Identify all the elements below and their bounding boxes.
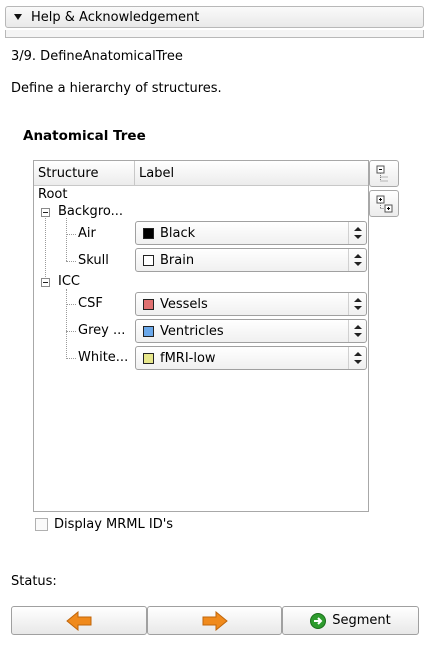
tree-connector: [66, 261, 76, 262]
collapse-triangle-icon: [14, 14, 22, 20]
spin-arrows-icon[interactable]: [348, 222, 366, 244]
anatomical-tree-title: Anatomical Tree: [23, 128, 146, 144]
display-mrml-ids-checkbox[interactable]: [35, 518, 48, 531]
color-swatch: [143, 352, 154, 364]
help-acknowledgement-collapsible[interactable]: Help & Acknowledgement: [5, 6, 424, 28]
tree-node-air[interactable]: Air: [78, 226, 96, 241]
label-select-air[interactable]: Black: [135, 221, 367, 245]
color-swatch: [143, 254, 154, 266]
label-select-value: Vessels: [160, 296, 208, 312]
step-title: 3/9. DefineAnatomicalTree: [11, 49, 183, 64]
label-select-csf[interactable]: Vessels: [135, 292, 367, 316]
back-button[interactable]: [11, 606, 147, 635]
tree-node-skull[interactable]: Skull: [78, 253, 109, 268]
label-select-grey[interactable]: Ventricles: [135, 319, 367, 343]
tree-node-root[interactable]: Root: [38, 187, 67, 202]
structure-column-header[interactable]: Structure: [34, 161, 135, 185]
tree-header: Structure Label: [34, 161, 368, 186]
tree-node-white[interactable]: White...: [78, 350, 128, 365]
color-swatch: [143, 227, 154, 239]
collapsible-title: Help & Acknowledgement: [31, 9, 200, 25]
tree-connector: [66, 218, 67, 261]
label-select-skull[interactable]: Brain: [135, 248, 367, 272]
tree-connector: [66, 304, 76, 305]
expand-all-icon: [376, 195, 393, 213]
tree-node-csf[interactable]: CSF: [78, 296, 103, 311]
label-select-white[interactable]: fMRI-low: [135, 346, 367, 370]
segment-button-label: Segment: [332, 613, 391, 628]
label-select-value: Black: [160, 225, 196, 241]
display-mrml-ids-label: Display MRML ID's: [54, 517, 174, 532]
step-description: Define a hierarchy of structures.: [11, 81, 222, 96]
tree-connector: [66, 331, 76, 332]
tree-node-background[interactable]: Backgro...: [58, 204, 123, 219]
spin-arrows-icon[interactable]: [348, 249, 366, 271]
segment-button[interactable]: Segment: [282, 606, 419, 635]
tree-connector: [66, 289, 67, 357]
spin-arrows-icon[interactable]: [348, 293, 366, 315]
collapse-node-icon[interactable]: [41, 278, 50, 287]
segment-go-icon: [310, 612, 327, 629]
collapse-all-button[interactable]: [369, 160, 399, 187]
display-mrml-ids-row[interactable]: Display MRML ID's: [35, 517, 173, 532]
collapse-node-icon[interactable]: [41, 208, 50, 217]
label-select-value: Ventricles: [160, 323, 224, 339]
color-swatch: [143, 298, 154, 310]
tree-node-icc[interactable]: ICC: [58, 274, 80, 289]
label-select-value: Brain: [160, 252, 195, 268]
spin-arrows-icon[interactable]: [348, 347, 366, 369]
tree-node-grey[interactable]: Grey ...: [78, 323, 125, 338]
anatomical-tree-view[interactable]: Structure Label Root Backgro... Air Blac…: [33, 160, 369, 512]
tree-connector: [66, 234, 76, 235]
tree-connector: [66, 358, 76, 359]
status-label: Status:: [11, 574, 57, 589]
arrow-right-icon: [202, 610, 228, 631]
expand-all-button[interactable]: [369, 190, 399, 217]
tree-connector: [45, 209, 46, 277]
label-column-header[interactable]: Label: [135, 161, 368, 185]
color-swatch: [143, 325, 154, 337]
spin-arrows-icon[interactable]: [348, 320, 366, 342]
arrow-left-icon: [66, 610, 92, 631]
collapsible-bottom-bar: [5, 30, 424, 38]
next-button[interactable]: [147, 606, 282, 635]
label-select-value: fMRI-low: [160, 350, 216, 366]
collapse-all-icon: [376, 165, 388, 182]
